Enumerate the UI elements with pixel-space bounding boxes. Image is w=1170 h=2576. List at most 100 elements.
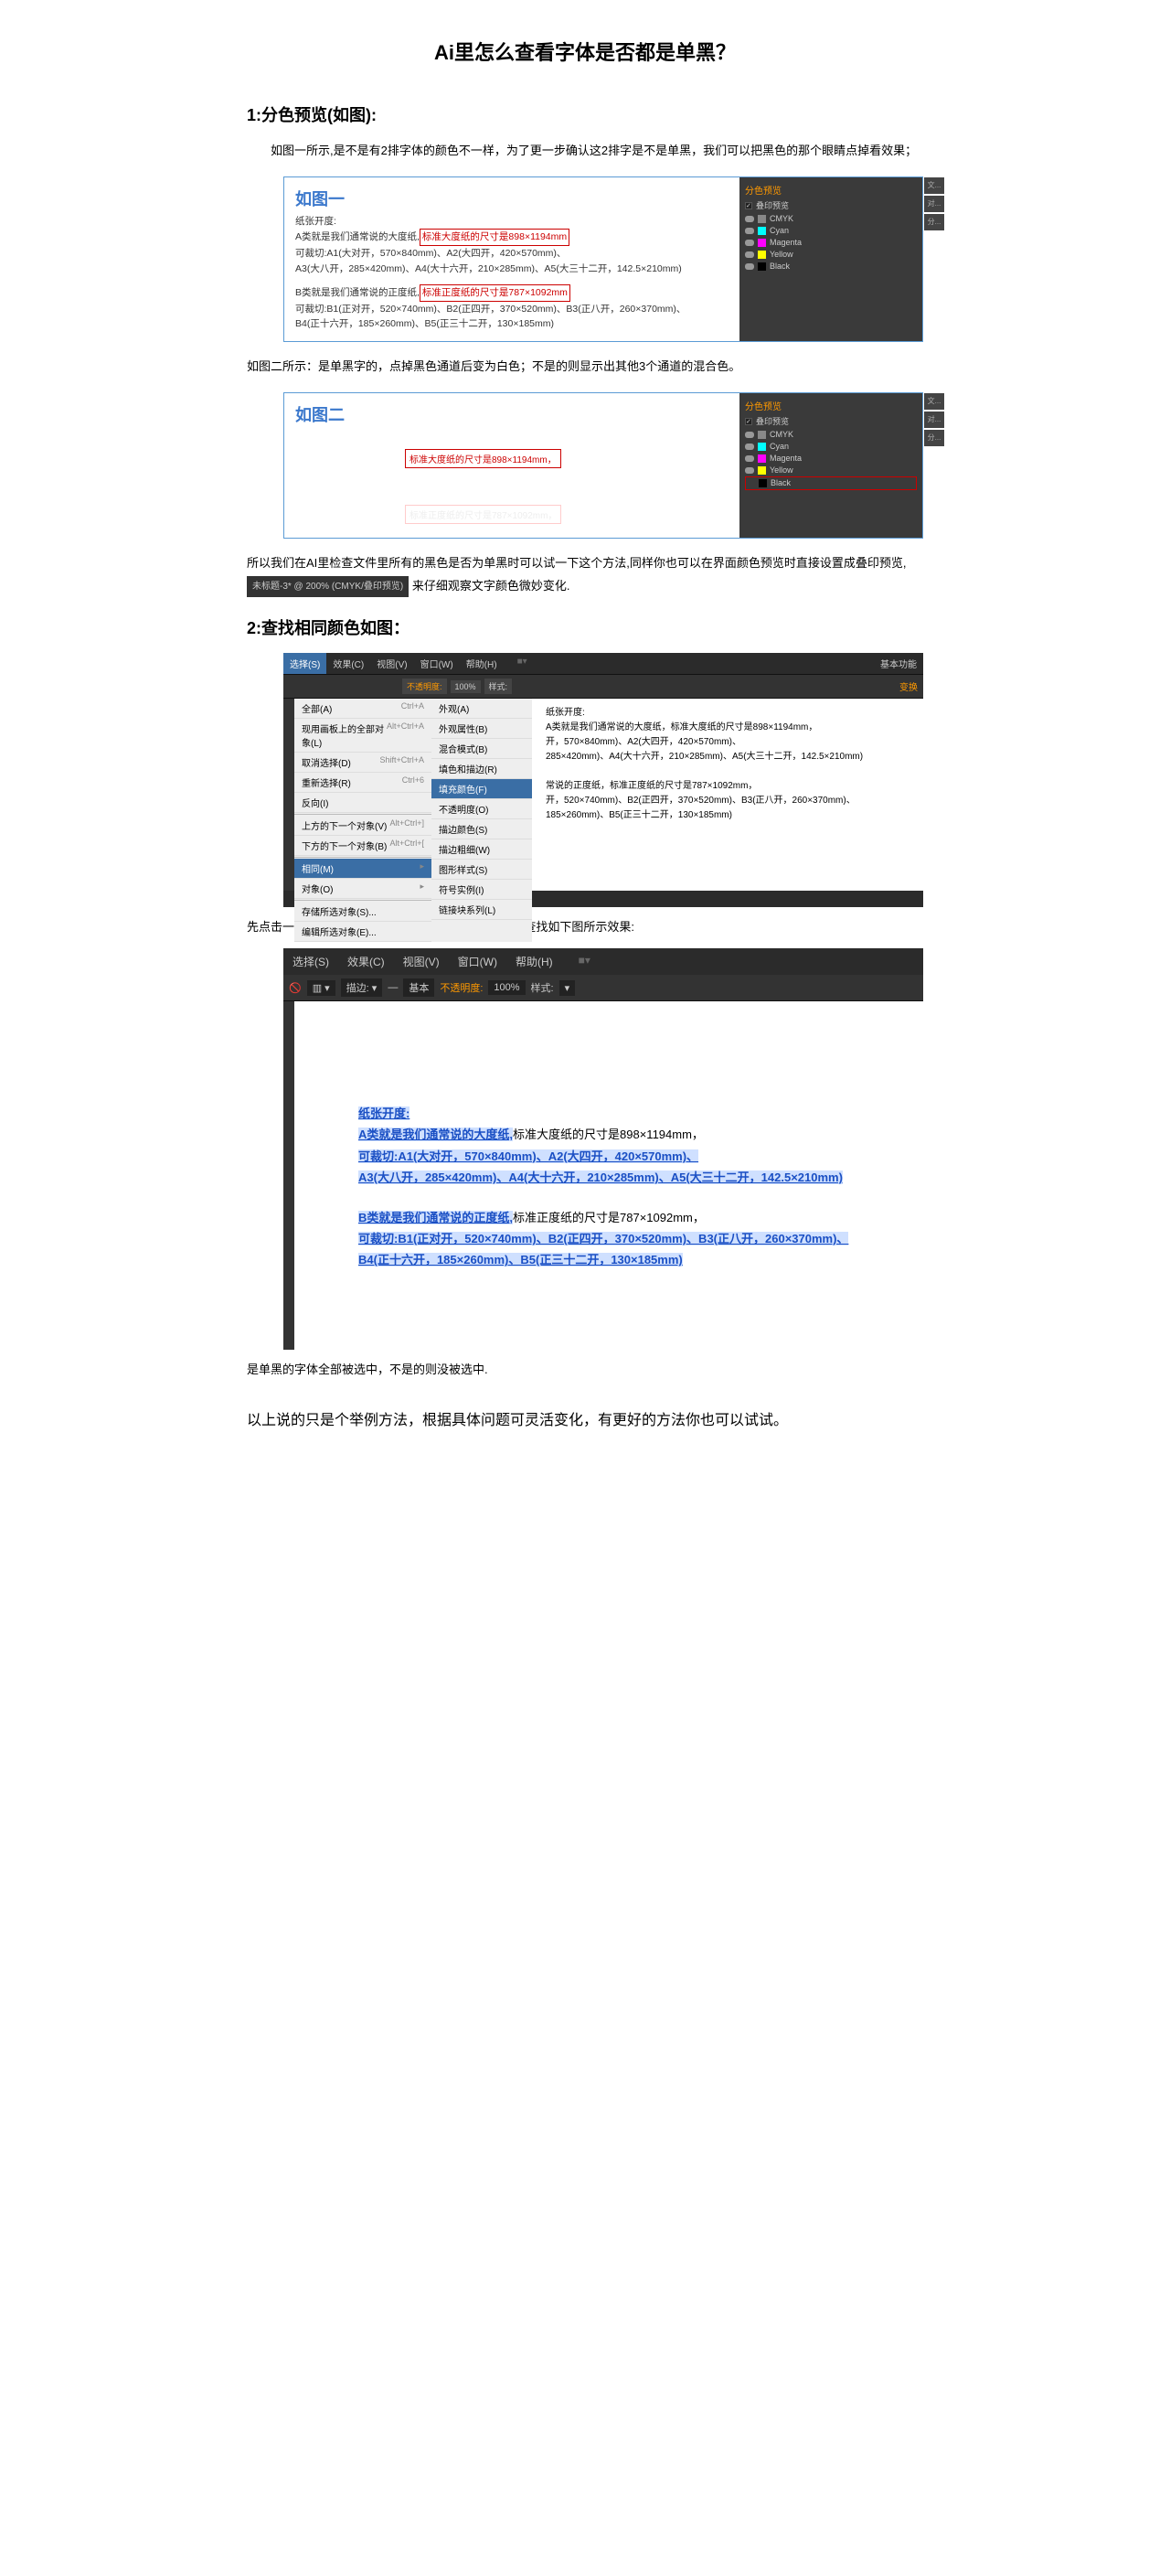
menu-item[interactable]: 上方的下一个对象(V)Alt+Ctrl+] bbox=[294, 816, 431, 836]
fig2-ghost-text: 标准正度纸的尺寸是787×1092mm， bbox=[405, 505, 561, 524]
sel-text-b2: 可裁切:B1(正对开，520×740mm)、B2(正四开，370×520mm)、… bbox=[358, 1232, 848, 1245]
menu-item[interactable]: 编辑所选对象(E)... bbox=[294, 922, 431, 942]
eye-icon[interactable] bbox=[745, 432, 754, 438]
section2-heading: 2:查找相同颜色如图： bbox=[247, 615, 923, 639]
tab-title-inline: 未标题-3* @ 200% (CMYK/叠印预览) bbox=[247, 576, 409, 597]
submenu-item[interactable]: 描边颜色(S) bbox=[431, 819, 532, 839]
submenu-item[interactable]: 描边粗细(W) bbox=[431, 839, 532, 860]
sel-text-a1: 纸张开度: bbox=[358, 1106, 410, 1120]
side-btn-3b[interactable]: 分... bbox=[924, 430, 944, 446]
eye-icon[interactable] bbox=[745, 240, 754, 246]
side-btn-2[interactable]: 对... bbox=[924, 196, 944, 212]
menu2-window[interactable]: 窗口(W) bbox=[449, 948, 506, 975]
menu-item[interactable]: 相同(M)▸ bbox=[294, 859, 431, 879]
transform-label[interactable]: 变换 bbox=[899, 679, 918, 693]
submenu-item[interactable]: 图形样式(S) bbox=[431, 860, 532, 880]
canvas-line: 开，520×740mm)、B2(正四开，370×520mm)、B3(正八开，26… bbox=[546, 794, 887, 808]
channel-black[interactable]: Black bbox=[770, 262, 790, 271]
fig1-l5b-redbox: 标准正度纸的尺寸是787×1092mm bbox=[420, 284, 570, 302]
menu2-effect[interactable]: 效果(C) bbox=[338, 948, 394, 975]
swatch-yellow bbox=[758, 466, 766, 475]
basic-button[interactable]: 基本 bbox=[403, 978, 434, 997]
panel-tab-title-2[interactable]: 分色预览 bbox=[745, 397, 917, 414]
menu2-view[interactable]: 视图(V) bbox=[394, 948, 449, 975]
swatch-black bbox=[759, 479, 767, 487]
panel-tab-title[interactable]: 分色预览 bbox=[745, 181, 917, 198]
toolbar: 不透明度: 100% 样式: 变换 bbox=[283, 675, 923, 699]
section1-para1: 如图一所示,是不是有2排字体的颜色不一样，为了更一步确认这2排字是不是单黑，我们… bbox=[247, 140, 923, 163]
side-btn-1[interactable]: 文... bbox=[924, 177, 944, 194]
channel-magenta-2[interactable]: Magenta bbox=[770, 454, 802, 463]
menu-view[interactable]: 视图(V) bbox=[370, 653, 413, 674]
canvas-line: A类就是我们通常说的大度纸，标准大度纸的尺寸是898×1194mm， bbox=[546, 721, 887, 735]
menu-item[interactable]: 现用画板上的全部对象(L)Alt+Ctrl+A bbox=[294, 719, 431, 753]
menu-item[interactable]: 重新选择(R)Ctrl+6 bbox=[294, 773, 431, 793]
menu-item[interactable]: 存储所选对象(S)... bbox=[294, 902, 431, 922]
swatch-yellow bbox=[758, 251, 766, 259]
channel-cyan-2[interactable]: Cyan bbox=[770, 442, 789, 451]
plain-a2: 标准大度纸的尺寸是898×1194mm， bbox=[513, 1128, 704, 1141]
eye-icon[interactable] bbox=[745, 467, 754, 474]
eye-icon[interactable] bbox=[745, 216, 754, 222]
submenu-item[interactable]: 符号实例(I) bbox=[431, 880, 532, 900]
submenu-item[interactable]: 混合模式(B) bbox=[431, 739, 532, 759]
overprint-checkbox-2[interactable] bbox=[745, 418, 752, 425]
sel-text-a4: A3(大八开，285×420mm)、A4(大十六开，210×285mm)、A5(… bbox=[358, 1170, 843, 1184]
channel-black-2[interactable]: Black bbox=[771, 478, 791, 487]
channel-cmyk-2[interactable]: CMYK bbox=[770, 430, 793, 439]
workspace-label[interactable]: 基本功能 bbox=[874, 653, 923, 674]
side-btn-1b[interactable]: 文... bbox=[924, 393, 944, 410]
overprint-label-2: 叠印预览 bbox=[756, 415, 789, 427]
menu-help[interactable]: 帮助(H) bbox=[460, 653, 504, 674]
channel-cmyk[interactable]: CMYK bbox=[770, 214, 793, 223]
opacity-value[interactable]: 100% bbox=[451, 680, 481, 693]
eye-icon[interactable] bbox=[745, 228, 754, 234]
page-title: Ai里怎么查看字体是否都是单黑？ bbox=[247, 37, 923, 66]
eye-icon[interactable] bbox=[745, 251, 754, 258]
sel-text-a3: 可裁切:A1(大对开，570×840mm)、A2(大四开，420×570mm)、 bbox=[358, 1149, 698, 1163]
closing-text: 以上说的只是个举例方法，根据具体问题可灵活变化，有更好的方法你也可以试试。 bbox=[247, 1405, 923, 1437]
menubar: 选择(S) 效果(C) 视图(V) 窗口(W) 帮助(H) ■▾ 基本功能 bbox=[283, 653, 923, 675]
menu2-select[interactable]: 选择(S) bbox=[283, 948, 338, 975]
overprint-label: 叠印预览 bbox=[756, 199, 789, 211]
tool-strip-2[interactable] bbox=[283, 1001, 294, 1350]
menu-item[interactable]: 下方的下一个对象(B)Alt+Ctrl+[ bbox=[294, 836, 431, 856]
menu-item[interactable]: 对象(O)▸ bbox=[294, 879, 431, 899]
para3-text-b: 来仔细观察文字颜色微妙变化. bbox=[412, 579, 570, 593]
ai-menu-screenshot: 选择(S) 效果(C) 视图(V) 窗口(W) 帮助(H) ■▾ 基本功能 不透… bbox=[283, 653, 923, 907]
menu-item[interactable]: 全部(A)Ctrl+A bbox=[294, 699, 431, 719]
submenu-item[interactable]: 不透明度(O) bbox=[431, 799, 532, 819]
submenu-item[interactable]: 填色和描边(R) bbox=[431, 759, 532, 779]
submenu-item[interactable]: 外观属性(B) bbox=[431, 719, 532, 739]
menu-select[interactable]: 选择(S) bbox=[283, 653, 326, 674]
overprint-checkbox[interactable] bbox=[745, 202, 752, 209]
canvas-line: 常说的正度纸，标准正度纸的尺寸是787×1092mm， bbox=[546, 779, 887, 794]
channel-yellow-2[interactable]: Yellow bbox=[770, 465, 793, 475]
side-btn-2b[interactable]: 对... bbox=[924, 412, 944, 428]
side-btn-3[interactable]: 分... bbox=[924, 214, 944, 230]
submenu-item[interactable]: 外观(A) bbox=[431, 699, 532, 719]
style-label: 样式: bbox=[484, 679, 513, 694]
channel-cyan[interactable]: Cyan bbox=[770, 226, 789, 235]
submenu-item[interactable]: 链接块系列(L) bbox=[431, 900, 532, 920]
fig1-l7: B4(正十六开，185×260mm)、B5(正三十二开，130×185mm) bbox=[295, 316, 729, 332]
menu-item[interactable]: 取消选择(D)Shift+Ctrl+A bbox=[294, 753, 431, 773]
eye-icon[interactable] bbox=[745, 455, 754, 462]
opacity-value-2[interactable]: 100% bbox=[488, 980, 525, 995]
menu2-help[interactable]: 帮助(H) bbox=[506, 948, 562, 975]
swatch-magenta bbox=[758, 454, 766, 463]
menu-item[interactable]: 反向(I) bbox=[294, 793, 431, 813]
fig1-l6: 可裁切:B1(正对开，520×740mm)、B2(正四开，370×520mm)、… bbox=[295, 302, 729, 317]
eye-icon[interactable] bbox=[745, 444, 754, 450]
eye-icon[interactable] bbox=[745, 263, 754, 270]
submenu-item[interactable]: 填充颜色(F) bbox=[431, 779, 532, 799]
tool-strip[interactable] bbox=[283, 699, 294, 891]
sel-text-a2: A类就是我们通常说的大度纸, bbox=[358, 1128, 513, 1141]
channel-magenta[interactable]: Magenta bbox=[770, 238, 802, 247]
menu-window[interactable]: 窗口(W) bbox=[414, 653, 460, 674]
opacity-label: 不透明度: bbox=[402, 679, 447, 694]
section1-para3: 所以我们在AI里检查文件里所有的黑色是否为单黑时可以试一下这个方法,同样你也可以… bbox=[247, 552, 923, 597]
channel-yellow[interactable]: Yellow bbox=[770, 250, 793, 259]
menu-effect[interactable]: 效果(C) bbox=[326, 653, 370, 674]
canvas-line: 185×260mm)、B5(正三十二开，130×185mm) bbox=[546, 808, 887, 823]
